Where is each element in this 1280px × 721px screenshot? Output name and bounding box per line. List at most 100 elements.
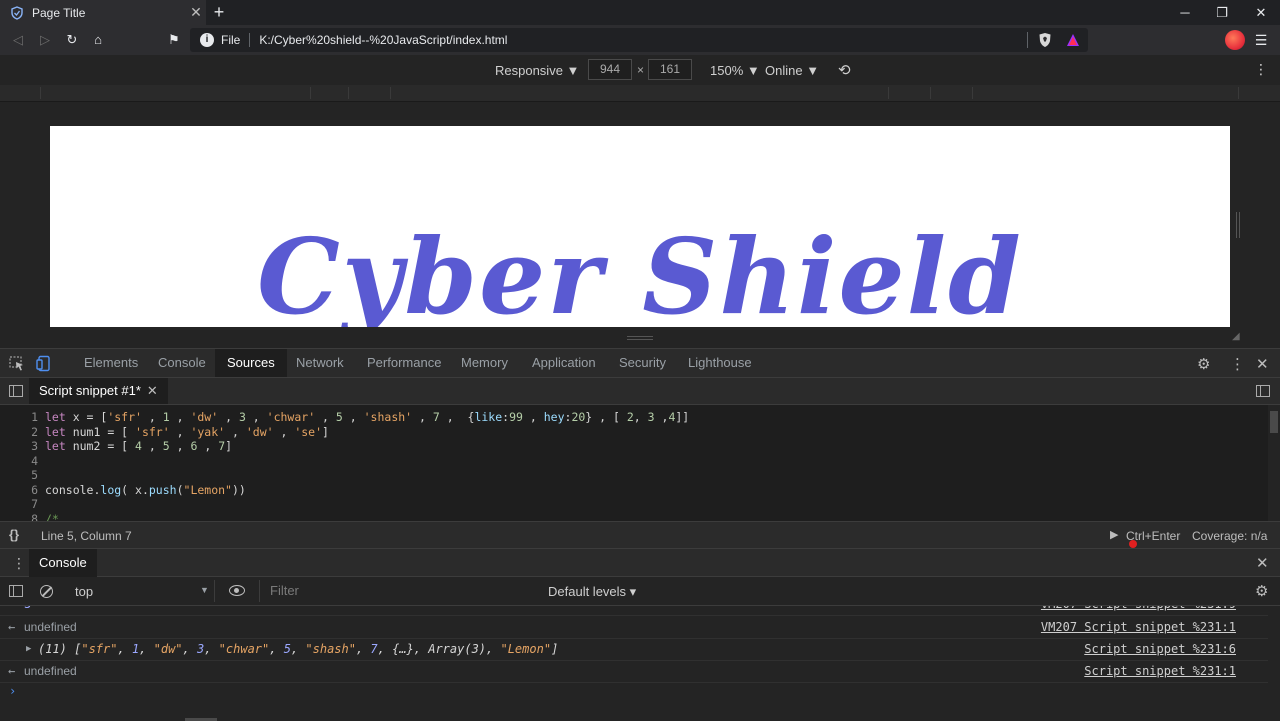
tab-application[interactable]: Application bbox=[520, 349, 608, 377]
new-tab-button[interactable]: + bbox=[209, 2, 229, 22]
forward-icon[interactable]: ▷ bbox=[35, 30, 55, 50]
tab-lighthouse[interactable]: Lighthouse bbox=[676, 349, 764, 377]
zoom-dropdown[interactable]: 150% ▼ bbox=[710, 63, 760, 78]
media-query-ruler[interactable] bbox=[0, 85, 1280, 102]
drawer-tab-bar: ⋮ Console ✕ bbox=[0, 549, 1280, 577]
inspect-element-icon[interactable] bbox=[8, 355, 26, 372]
url-scheme-label: File bbox=[221, 33, 251, 47]
info-icon[interactable]: i bbox=[200, 33, 214, 47]
maximize-icon[interactable]: ❐ bbox=[1203, 0, 1241, 25]
editor-status-bar: {} Line 5, Column 7 ▶ Ctrl+Enter Coverag… bbox=[0, 521, 1280, 549]
drawer-close-icon[interactable]: ✕ bbox=[1256, 554, 1269, 572]
snippet-editor-tab[interactable]: Script snippet #1* ✕ bbox=[29, 378, 168, 404]
console-message[interactable]: ▶ (11) ["sfr", 1, "dw", 3, "chwar", 5, "… bbox=[0, 639, 1268, 661]
drawer-tab-console[interactable]: Console bbox=[29, 549, 97, 577]
code-line: 2 let num1 = [ 'sfr' , 'yak' , 'dw' , 'se… bbox=[31, 424, 329, 439]
console-message: ← undefined VM207 Script snippet %231:1 bbox=[0, 617, 1268, 639]
code-line: 4 bbox=[31, 453, 38, 468]
cursor-position: Line 5, Column 7 bbox=[41, 529, 132, 543]
hamburger-menu-icon[interactable]: ☰ bbox=[1254, 30, 1268, 50]
tab-sources[interactable]: Sources bbox=[215, 349, 287, 377]
editor-scrollbar[interactable] bbox=[1268, 405, 1280, 521]
toggle-navigator-icon[interactable] bbox=[9, 385, 23, 397]
device-mode-dropdown[interactable]: Responsive ▼ bbox=[495, 63, 579, 78]
minimize-icon[interactable]: ─ bbox=[1166, 0, 1204, 25]
viewport-resize-handle-bottom[interactable] bbox=[627, 336, 653, 340]
drawer-more-icon[interactable]: ⋮ bbox=[12, 555, 26, 572]
tab-security[interactable]: Security bbox=[607, 349, 678, 377]
device-toggle-icon[interactable] bbox=[36, 355, 54, 372]
page-heading: Cyber Shield bbox=[257, 215, 1023, 327]
omnibox-divider bbox=[1027, 32, 1028, 48]
chevron-down-icon: ▼ bbox=[200, 585, 209, 595]
tab-elements[interactable]: Elements bbox=[72, 349, 150, 377]
devtools-close-icon[interactable]: ✕ bbox=[1256, 355, 1269, 373]
window-close-icon[interactable]: ✕ bbox=[1242, 0, 1280, 25]
return-arrow-icon: ← bbox=[8, 620, 16, 634]
console-toolbar: top ▼ Filter Default levels ▾ ⚙ bbox=[0, 577, 1280, 606]
device-width-input[interactable]: 944 bbox=[588, 59, 632, 80]
code-line: 1 let x = ['sfr' , 1 , 'dw' , 3 , 'chwar'… bbox=[31, 410, 690, 424]
message-source-link[interactable]: Script snippet %231:6 bbox=[1084, 639, 1236, 660]
tab-memory[interactable]: Memory bbox=[449, 349, 520, 377]
console-message: ← undefined Script snippet %231:1 bbox=[0, 661, 1268, 683]
url-text[interactable]: K:/Cyber%20shield--%20JavaScript/index.h… bbox=[259, 33, 1027, 47]
toggle-debugger-icon[interactable] bbox=[1256, 385, 1270, 397]
reload-icon[interactable]: ↻ bbox=[62, 30, 82, 50]
devtools-tab-bar: Elements Console Sources Network Perform… bbox=[0, 349, 1280, 378]
address-bar[interactable]: i File K:/Cyber%20shield--%20JavaScript/… bbox=[190, 28, 1088, 52]
back-icon[interactable]: ◁ bbox=[8, 30, 28, 50]
expand-triangle-icon[interactable]: ▶ bbox=[26, 639, 31, 660]
log-levels-dropdown[interactable]: Default levels ▾ bbox=[548, 584, 636, 600]
console-settings-icon[interactable]: ⚙ bbox=[1255, 582, 1268, 600]
home-icon[interactable]: ⌂ bbox=[88, 30, 108, 50]
devtools-settings-icon[interactable]: ⚙ bbox=[1197, 355, 1210, 373]
device-toolbar: Responsive ▼ 944 × 161 150% ▼ Online ▼ ⟲… bbox=[0, 55, 1280, 85]
context-label: top bbox=[75, 584, 94, 599]
brave-shield-icon[interactable] bbox=[1038, 32, 1052, 48]
code-line: 6 console.log( x.push("Lemon")) bbox=[31, 482, 246, 497]
console-filter-input[interactable]: Filter bbox=[259, 580, 539, 602]
browser-toolbar: ◁ ▷ ↻ ⌂ ⚑ i File K:/Cyber%20shield--%20J… bbox=[0, 25, 1280, 55]
tab-performance[interactable]: Performance bbox=[355, 349, 453, 377]
rewards-triangle-icon[interactable] bbox=[1066, 33, 1080, 47]
console-prompt[interactable]: › bbox=[9, 684, 16, 698]
live-expression-eye-icon[interactable] bbox=[229, 585, 245, 596]
console-message: 5 VM207 Script snippet %231:9 bbox=[0, 606, 1268, 616]
message-source-link[interactable]: VM207 Script snippet %231:1 bbox=[1041, 617, 1236, 638]
tab-title: Page Title bbox=[32, 5, 86, 20]
devtools-panel: Elements Console Sources Network Perform… bbox=[0, 348, 1280, 721]
message-source-link[interactable]: VM207 Script snippet %231:9 bbox=[1041, 606, 1236, 615]
console-sidebar-icon[interactable] bbox=[9, 585, 23, 597]
code-editor[interactable]: 1 let x = ['sfr' , 1 , 'dw' , 3 , 'chwar'… bbox=[0, 405, 1268, 521]
viewport-resize-corner-icon[interactable]: ◢ bbox=[1232, 331, 1240, 342]
console-scrollbar[interactable] bbox=[1268, 606, 1280, 721]
snippet-close-icon[interactable]: ✕ bbox=[147, 383, 158, 398]
code-line: 8/* bbox=[31, 511, 59, 522]
device-height-input[interactable]: 161 bbox=[648, 59, 692, 80]
rotate-icon[interactable]: ⟲ bbox=[838, 61, 851, 79]
viewport-resize-handle-right[interactable] bbox=[1236, 212, 1240, 238]
device-more-icon[interactable]: ⋮ bbox=[1254, 61, 1268, 78]
console-output: 5 VM207 Script snippet %231:9 ← undefine… bbox=[0, 606, 1268, 721]
coverage-status: Coverage: n/a bbox=[1192, 529, 1268, 543]
tab-console[interactable]: Console bbox=[146, 349, 218, 377]
array-preview[interactable]: (11) ["sfr", 1, "dw", 3, "chwar", 5, "sh… bbox=[38, 639, 558, 660]
bookmark-icon[interactable]: ⚑ bbox=[164, 30, 184, 50]
devtools-more-icon[interactable]: ⋮ bbox=[1230, 355, 1245, 373]
run-snippet-icon[interactable]: ▶ bbox=[1110, 528, 1118, 541]
shield-favicon-icon bbox=[11, 5, 23, 20]
context-selector[interactable]: top ▼ bbox=[65, 580, 215, 602]
page-viewport: Cyber Shield bbox=[50, 126, 1230, 327]
throttle-dropdown[interactable]: Online ▼ bbox=[765, 63, 819, 78]
tab-network[interactable]: Network bbox=[284, 349, 356, 377]
mouse-cursor-indicator bbox=[1129, 540, 1137, 548]
message-source-link[interactable]: Script snippet %231:1 bbox=[1084, 661, 1236, 682]
code-line: 7 bbox=[31, 497, 38, 511]
return-arrow-icon: ← bbox=[8, 664, 16, 678]
profile-avatar-icon[interactable] bbox=[1225, 30, 1245, 50]
tab-close-icon[interactable]: ✕ bbox=[186, 4, 206, 21]
browser-tab[interactable]: Page Title ✕ bbox=[0, 0, 206, 25]
pretty-print-icon[interactable]: {} bbox=[9, 527, 19, 542]
clear-console-icon[interactable] bbox=[40, 585, 53, 598]
